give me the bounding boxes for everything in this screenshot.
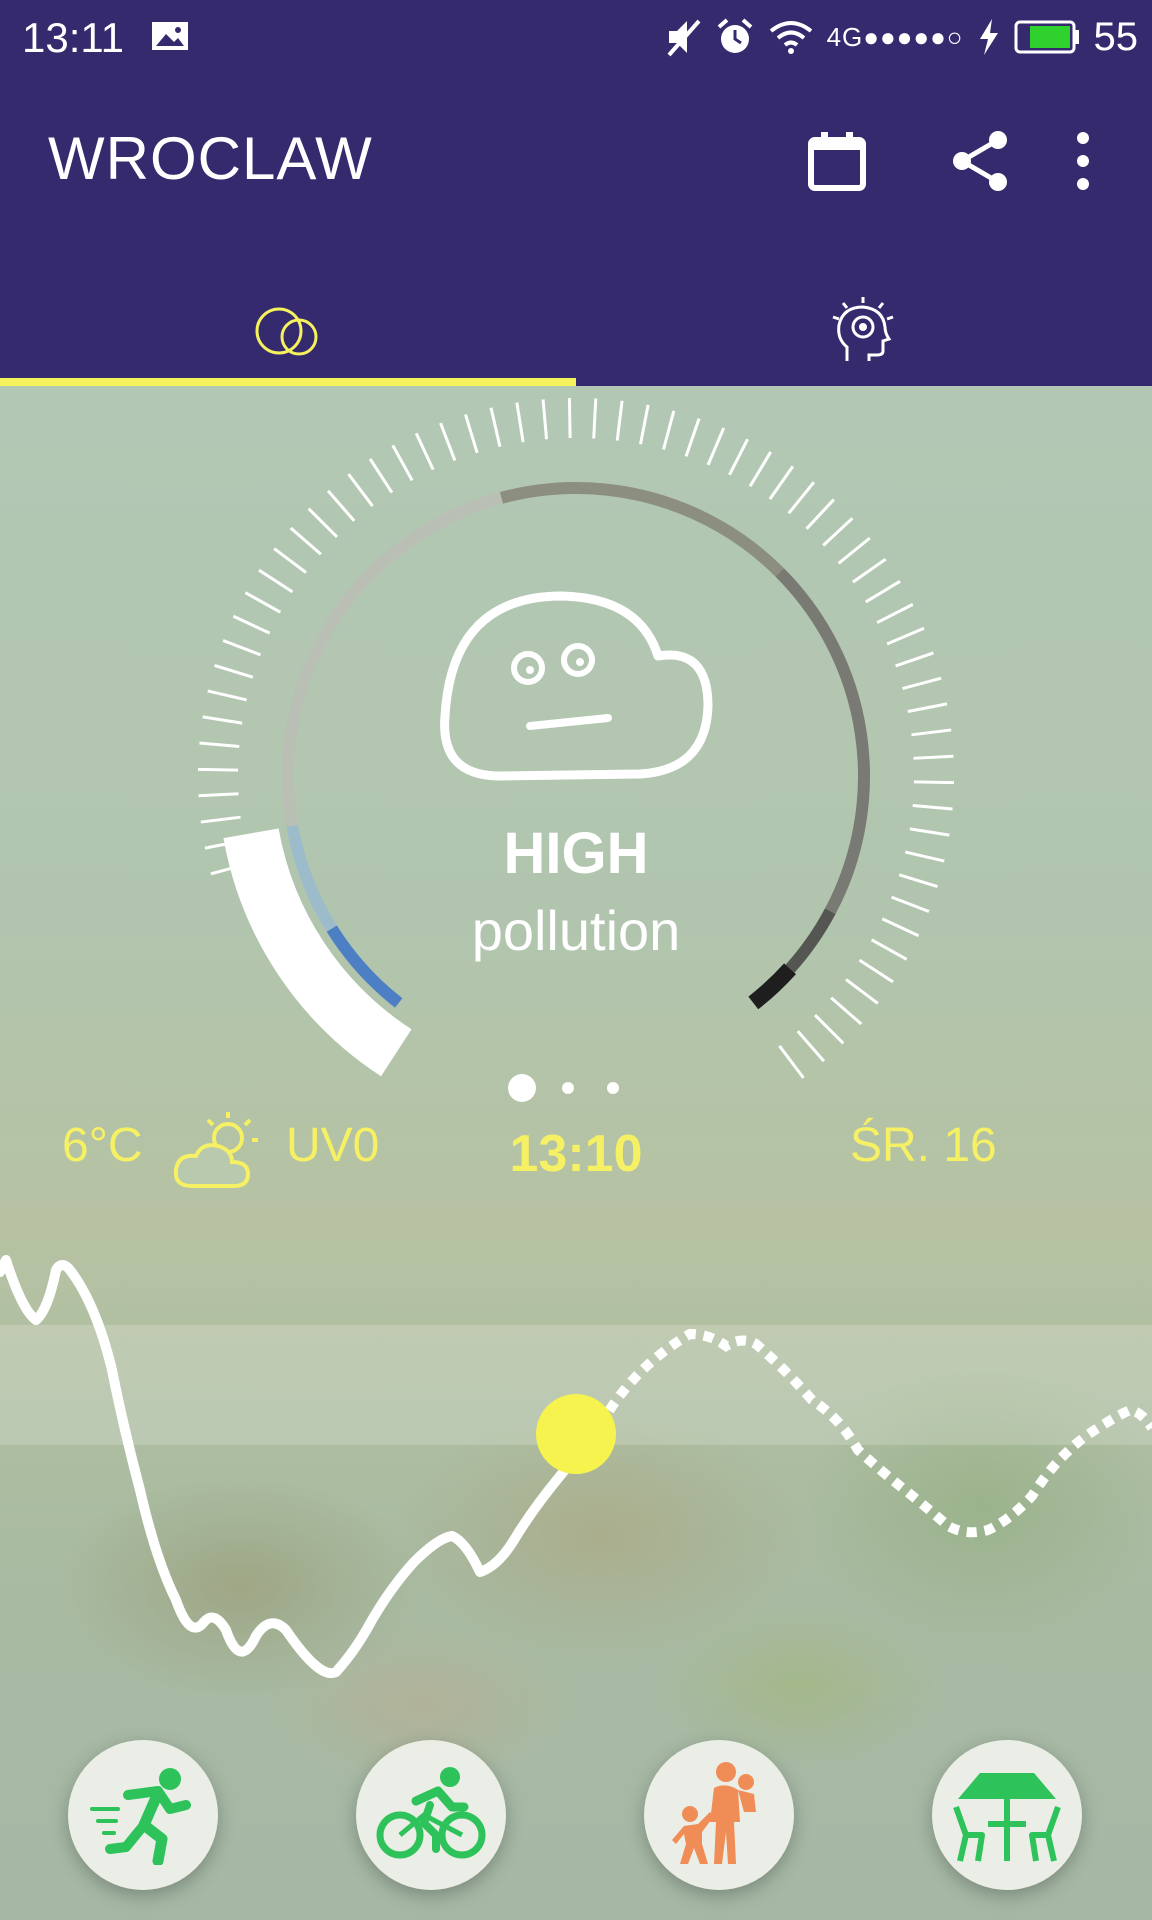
gauge-tick [796, 1030, 826, 1063]
gauge-tick [813, 1013, 845, 1045]
gauge-tick [592, 398, 598, 439]
tab-indicator [0, 378, 576, 386]
gauge-tick [895, 651, 934, 668]
tab-bar [0, 276, 1152, 386]
gauge-tick [567, 398, 572, 439]
pollution-forecast-chart[interactable] [0, 1240, 1152, 1700]
gauge-tick [787, 481, 816, 515]
gauge-tick [464, 414, 479, 454]
activity-running-button[interactable] [68, 1740, 218, 1890]
gauge-tick [222, 639, 261, 657]
gauge-tick [232, 614, 271, 635]
app-bar: WROCLAW [0, 76, 1152, 386]
gauge-tick [541, 399, 549, 440]
current-time-marker [536, 1394, 616, 1474]
charging-icon [979, 19, 998, 55]
gauge-tick [368, 458, 394, 494]
gauge-tick [515, 402, 525, 443]
gauge-tick [913, 780, 954, 785]
neutral-cloud-face-icon [440, 591, 713, 781]
gauge-tick [845, 978, 879, 1005]
gauge-tick [902, 676, 942, 690]
status-time: 13:11 [22, 14, 124, 61]
gauge-tick [907, 702, 948, 713]
cycling-icon [376, 1767, 486, 1859]
page-dot-active [508, 1074, 536, 1102]
gauge-tick [886, 626, 925, 646]
network-signal: 4G●●●●●○ [826, 21, 964, 52]
gauge-tick [913, 754, 954, 760]
outdoor-cafe-icon [953, 1773, 1061, 1862]
gauge-tick [326, 489, 356, 522]
forecast-pollution-line [595, 1328, 1152, 1538]
activity-outdoor-cafe-button[interactable] [932, 1740, 1082, 1890]
gauge-tick [198, 767, 239, 772]
gauge-tick [489, 407, 502, 448]
gauge-tick [639, 404, 650, 445]
gauge-tick [662, 410, 676, 450]
gauge-tick [207, 689, 248, 702]
gauge-rings [223, 482, 870, 1077]
gauge-tick [414, 432, 435, 471]
more-vert-icon[interactable] [1068, 126, 1098, 196]
calendar-icon[interactable] [802, 126, 872, 196]
gauge-tick [864, 580, 901, 604]
gauge-tick [805, 498, 835, 530]
running-icon [90, 1768, 191, 1865]
gauge-tick [858, 958, 894, 984]
gauge-tick [289, 526, 322, 556]
gauge-tick [391, 444, 414, 482]
tab-pollution[interactable] [0, 276, 576, 386]
past-pollution-line [0, 1255, 581, 1679]
city-title: WROCLAW [48, 125, 373, 192]
gauge-tick [912, 803, 953, 811]
gauge-tick [837, 536, 871, 565]
share-icon[interactable] [946, 126, 1016, 196]
gauge-tick [852, 557, 887, 584]
gauge-tick [768, 465, 795, 500]
wifi-icon [769, 21, 812, 54]
gauge-tick [307, 507, 339, 539]
gauge-tick [439, 422, 457, 461]
gauge-tick [876, 603, 914, 624]
gauge-tick [911, 728, 952, 737]
gauge-tick [214, 664, 254, 679]
page-indicator [508, 1074, 619, 1102]
mute-icon [667, 19, 701, 57]
gauge-tick [273, 547, 307, 574]
page-dot [607, 1082, 619, 1094]
battery-level: 55 [1093, 14, 1139, 59]
battery-icon [1014, 20, 1079, 54]
status-bar: 13:11 4G●●●●●○ 55 [0, 0, 1152, 76]
pollution-level-sub: pollution [471, 899, 681, 962]
gauge-tick [258, 568, 294, 594]
activity-family-walk-button[interactable] [644, 1740, 794, 1890]
gauge-segment [748, 963, 796, 1010]
head-idea-icon [832, 297, 894, 361]
pollution-gauge [198, 398, 954, 1079]
gauge-segment [499, 482, 784, 577]
gauge-tick [615, 400, 624, 441]
gauge-tick [728, 438, 749, 476]
gauge-tick [202, 715, 243, 725]
gauge-tick [748, 451, 772, 488]
family-walk-icon [672, 1762, 756, 1864]
activity-cycling-button[interactable] [356, 1740, 506, 1890]
gauge-tick [706, 427, 726, 466]
gauge-segment [282, 492, 504, 828]
gauge-tick [347, 473, 374, 507]
alarm-icon [717, 18, 752, 53]
gauge-tick [822, 517, 854, 547]
clouds-icon [255, 307, 318, 356]
pollution-level: HIGH [503, 821, 649, 886]
gauge-tick [684, 418, 701, 457]
gauge-tick [244, 591, 282, 614]
gauge-tick [198, 792, 239, 798]
tab-advice[interactable] [576, 276, 1152, 386]
gauge-tick [199, 741, 240, 749]
gallery-icon [152, 22, 188, 50]
date-label: ŚR. 16 [850, 1119, 997, 1172]
page-dot [562, 1082, 574, 1094]
gauge-tick [830, 996, 863, 1026]
